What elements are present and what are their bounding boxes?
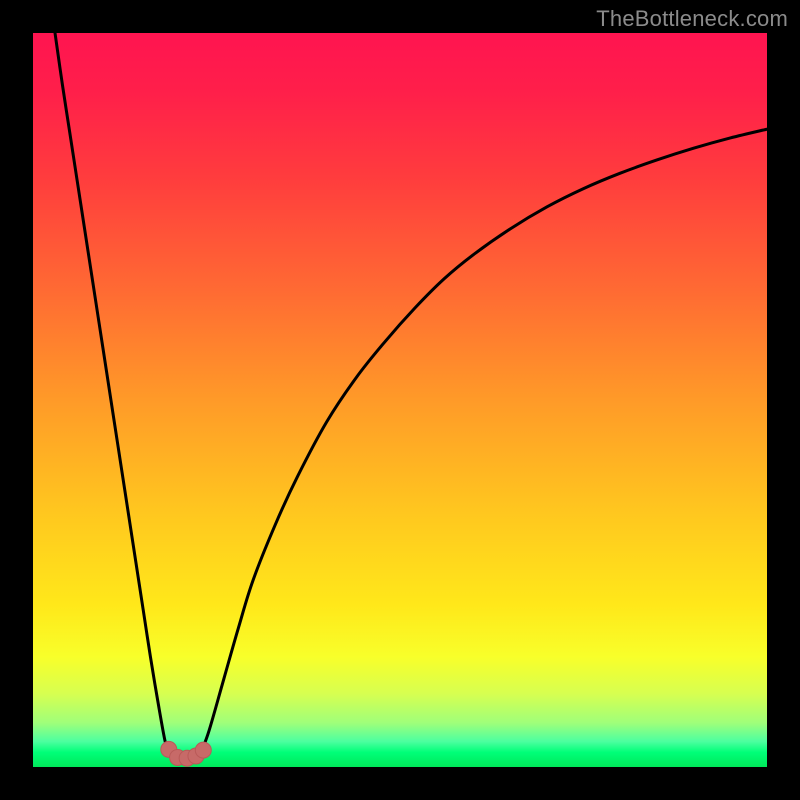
watermark-text: TheBottleneck.com: [596, 6, 788, 32]
valley-marker: [195, 742, 211, 758]
gradient-background: [33, 33, 767, 767]
plot-area: [33, 33, 767, 767]
chart-svg: [33, 33, 767, 767]
outer-frame: TheBottleneck.com: [0, 0, 800, 800]
